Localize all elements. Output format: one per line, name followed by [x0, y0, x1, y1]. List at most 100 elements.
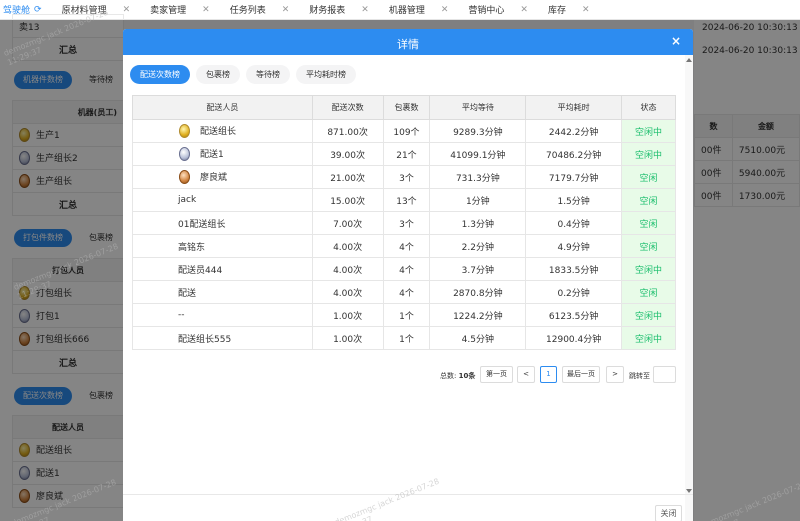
tab-label: 机器管理	[388, 6, 425, 16]
tab-tasks[interactable]: 任务列表 ✕	[216, 0, 296, 20]
person-cell: 廖良斌	[132, 165, 313, 189]
status-badge: 空闲	[621, 280, 676, 304]
modal-header: 详情 ×	[123, 29, 693, 55]
total-value: 10条	[458, 372, 476, 380]
page-1-button[interactable]: 1	[540, 366, 557, 383]
close-button[interactable]: 关闭	[655, 505, 682, 521]
table-row: jack 15.00次 13个 1分钟 1.5分钟 空闲	[132, 188, 676, 212]
time-cell: 2442.2分钟	[525, 119, 623, 143]
person-name: 配送组长555	[132, 326, 313, 350]
count-cell: 7.00次	[311, 211, 384, 235]
person-name: 配送	[132, 280, 313, 304]
modal-footer	[123, 494, 693, 521]
count-cell: 1.00次	[311, 326, 384, 350]
packages-cell: 3个	[382, 211, 431, 235]
person-name: 01配送组长	[132, 211, 313, 235]
count-cell: 4.00次	[311, 280, 384, 304]
table-row: 配送 4.00次 4个 2870.8分钟 0.2分钟 空闲	[132, 280, 676, 304]
last-page-button[interactable]: 最后一页	[562, 366, 600, 383]
first-page-button[interactable]: 第一页	[480, 366, 513, 383]
packages-cell: 1个	[382, 326, 431, 350]
count-cell: 15.00次	[311, 188, 384, 212]
status-badge: 空闲中	[621, 303, 676, 327]
packages-cell: 4个	[382, 257, 431, 281]
packages-cell: 4个	[382, 280, 431, 304]
time-cell: 0.4分钟	[525, 211, 623, 235]
close-icon[interactable]: ✕	[441, 5, 449, 15]
tab-label: 营销中心	[468, 6, 505, 16]
header-status: 状态	[621, 95, 676, 120]
status-badge: 空闲	[621, 234, 676, 258]
table-row: -- 1.00次 1个 1224.2分钟 6123.5分钟 空闲中	[132, 303, 676, 327]
close-icon[interactable]: ×	[671, 34, 681, 48]
time-cell: 1.5分钟	[525, 188, 623, 212]
tab-inventory[interactable]: 库存 ✕	[534, 0, 596, 20]
tab-delivery-count[interactable]: 配送次数榜	[130, 65, 190, 84]
table-row: 01配送组长 7.00次 3个 1.3分钟 0.4分钟 空闲	[132, 211, 676, 235]
modal-tabs: 配送次数榜 包裹榜 等待榜 平均耗时榜	[130, 65, 362, 84]
wait-cell: 4.5分钟	[429, 326, 527, 350]
person-name: 配送1	[200, 149, 224, 160]
table-row: 廖良斌 21.00次 3个 731.3分钟 7179.7分钟 空闲	[132, 165, 676, 189]
wait-cell: 1224.2分钟	[429, 303, 527, 327]
header-count: 配送次数	[311, 95, 384, 120]
prev-page-button[interactable]: <	[517, 366, 535, 383]
status-badge: 空闲	[621, 188, 676, 212]
close-icon[interactable]: ✕	[520, 5, 528, 15]
close-icon[interactable]: ✕	[582, 5, 590, 15]
tab-finance[interactable]: 财务报表 ✕	[295, 0, 375, 20]
close-icon[interactable]: ✕	[282, 5, 290, 15]
close-icon[interactable]: ✕	[361, 5, 369, 15]
person-name: --	[132, 303, 313, 327]
tab-label: 卖家管理	[150, 6, 187, 16]
packages-cell: 21个	[382, 142, 431, 166]
header-packages: 包裹数	[382, 95, 431, 120]
header-person: 配送人员	[132, 95, 313, 120]
time-cell: 0.2分钟	[525, 280, 623, 304]
close-icon[interactable]: ✕	[123, 5, 131, 15]
wait-cell: 41099.1分钟	[429, 142, 527, 166]
status-badge: 空闲中	[621, 326, 676, 350]
tab-wait[interactable]: 等待榜	[246, 65, 290, 84]
pagination: 总数: 10条 第一页 < 1 最后一页 > 跳转至	[123, 366, 693, 386]
header-time: 平均耗时	[525, 95, 623, 120]
person-name: 配送员444	[132, 257, 313, 281]
status-badge: 空闲	[621, 165, 676, 189]
time-cell: 6123.5分钟	[525, 303, 623, 327]
tab-sellers[interactable]: 卖家管理 ✕	[136, 0, 216, 20]
time-cell: 70486.2分钟	[525, 142, 623, 166]
refresh-icon[interactable]: ⟳	[34, 5, 42, 15]
table-row: 配送1 39.00次 21个 41099.1分钟 70486.2分钟 空闲中	[132, 142, 676, 166]
scroll-down-icon[interactable]	[686, 489, 692, 493]
packages-cell: 3个	[382, 165, 431, 189]
wait-cell: 731.3分钟	[429, 165, 527, 189]
status-badge: 空闲中	[621, 142, 676, 166]
scroll-up-icon[interactable]	[686, 58, 692, 62]
bronze-medal-icon	[179, 170, 190, 185]
next-page-button[interactable]: >	[606, 366, 624, 383]
jump-page-input[interactable]	[653, 366, 676, 383]
header-wait: 平均等待	[429, 95, 527, 120]
tab-label: 任务列表	[229, 6, 266, 16]
tab-machines[interactable]: 机器管理 ✕	[375, 0, 455, 20]
tab-package[interactable]: 包裹榜	[196, 65, 240, 84]
packages-cell: 13个	[382, 188, 431, 212]
detail-modal: 详情 × 配送次数榜 包裹榜 等待榜 平均耗时榜 配送人员 配送次数 包裹数 平…	[123, 29, 693, 521]
person-cell: 配送1	[132, 142, 313, 166]
time-cell: 7179.7分钟	[525, 165, 623, 189]
scrollbar[interactable]	[685, 55, 693, 521]
table-row: 配送组长555 1.00次 1个 4.5分钟 12900.4分钟 空闲中	[132, 326, 676, 350]
wait-cell: 2870.8分钟	[429, 280, 527, 304]
count-cell: 1.00次	[311, 303, 384, 327]
tab-avg-time[interactable]: 平均耗时榜	[296, 65, 356, 84]
status-badge: 空闲中	[621, 119, 676, 143]
close-icon[interactable]: ✕	[202, 5, 210, 15]
tab-marketing[interactable]: 营销中心 ✕	[454, 0, 534, 20]
count-cell: 871.00次	[311, 119, 384, 143]
person-name: jack	[132, 188, 313, 212]
table-row: 配送员444 4.00次 4个 3.7分钟 1833.5分钟 空闲中	[132, 257, 676, 281]
time-cell: 1833.5分钟	[525, 257, 623, 281]
person-cell: 配送组长	[132, 119, 313, 143]
pagination-total: 总数: 10条	[440, 371, 475, 381]
modal-title: 详情	[397, 38, 419, 51]
